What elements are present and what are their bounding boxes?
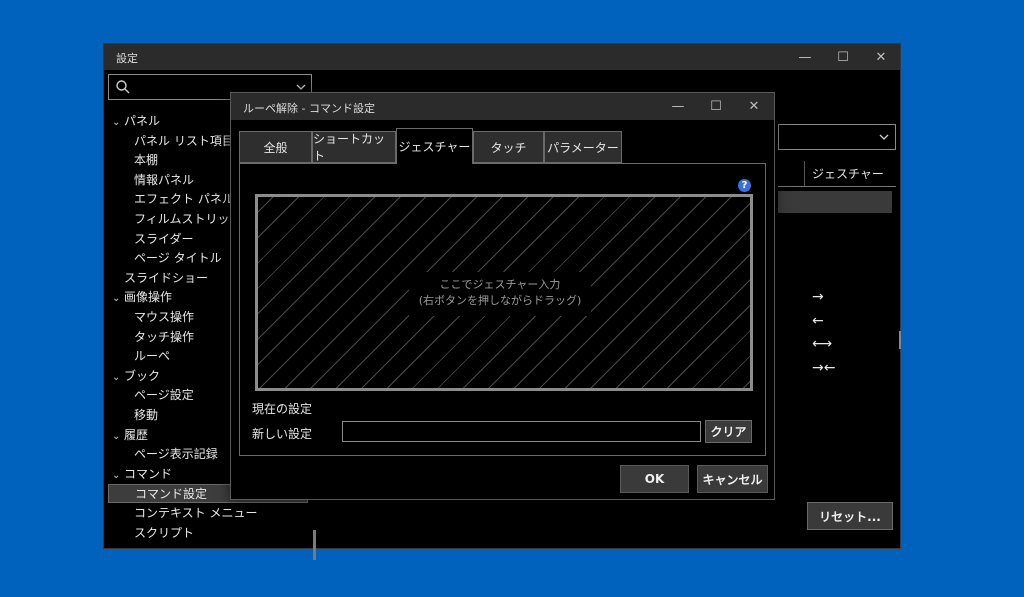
- sidebar-item-label: ページ タイトル: [134, 251, 222, 265]
- sidebar-item-label: タッチ操作: [134, 330, 195, 344]
- sidebar-item[interactable]: ページ表示記録: [134, 445, 218, 464]
- settings-window-title: 設定: [116, 52, 138, 65]
- sidebar-item[interactable]: ページ設定: [134, 386, 194, 405]
- dialog-titlebar[interactable]: ルーペ解除 - コマンド設定 — ☐ ✕: [231, 93, 774, 120]
- sidebar-item-label: スクリプト: [134, 526, 195, 540]
- chevron-down-icon[interactable]: ⌄: [112, 289, 124, 308]
- gesture-cell[interactable]: →←: [812, 360, 835, 376]
- dialog-title: ルーペ解除 - コマンド設定: [243, 102, 375, 115]
- sidebar-item-label: スライダー: [134, 232, 194, 246]
- sidebar-item[interactable]: 本棚: [134, 151, 158, 170]
- chevron-down-icon[interactable]: ⌄: [112, 427, 124, 446]
- gesture-cell[interactable]: ←: [812, 313, 824, 329]
- ok-button[interactable]: OK: [620, 465, 689, 493]
- sidebar-item-label: パネル リスト項目: [134, 134, 234, 148]
- sidebar-item[interactable]: ⌄ 履歴: [112, 426, 148, 445]
- sidebar-item-label: コマンド: [124, 467, 173, 481]
- sidebar-item-label: ページ設定: [134, 388, 194, 402]
- new-setting-field[interactable]: [342, 421, 701, 442]
- sidebar-item[interactable]: スクリプト: [134, 524, 194, 543]
- gesture-cell[interactable]: →: [812, 289, 824, 305]
- sidebar-item-label: ルーペ: [134, 349, 171, 363]
- header-divider: [778, 186, 896, 187]
- sidebar-item-label: フィルムストリップ: [134, 212, 242, 226]
- sidebar-item[interactable]: ⌄ ブック: [112, 367, 160, 386]
- sidebar-item-label: ブック: [124, 369, 161, 383]
- help-icon[interactable]: ?: [738, 179, 751, 192]
- reset-button[interactable]: リセット...: [807, 502, 893, 530]
- sidebar-item-label: 画像操作: [124, 290, 173, 304]
- cancel-button[interactable]: キャンセル: [697, 465, 768, 493]
- sidebar-item-label: コマンド設定: [135, 487, 208, 501]
- tab-gesture[interactable]: ジェスチャー: [396, 128, 473, 164]
- column-separator[interactable]: [804, 161, 805, 187]
- dialog-minimize-button[interactable]: —: [659, 93, 697, 120]
- clear-button[interactable]: クリア: [705, 420, 752, 443]
- sidebar-item[interactable]: エフェクト パネル: [134, 190, 234, 209]
- sidebar-item-label: ページ表示記録: [134, 447, 218, 461]
- sidebar-item[interactable]: スライダー: [134, 230, 194, 249]
- dialog-maximize-button[interactable]: ☐: [697, 93, 735, 120]
- sidebar-item-label: スライドショー: [124, 271, 209, 285]
- sidebar-item[interactable]: タッチ操作: [134, 328, 194, 347]
- command-settings-dialog: ルーペ解除 - コマンド設定 — ☐ ✕ 全般 ショートカット ジェスチャー タ…: [230, 92, 775, 500]
- sidebar-item-label: 履歴: [124, 428, 149, 442]
- selected-command-row[interactable]: [778, 191, 892, 213]
- sidebar-item[interactable]: 移動: [134, 406, 158, 425]
- sidebar-item[interactable]: パネル リスト項目: [134, 132, 234, 151]
- sidebar-item-label: エフェクト パネル: [134, 192, 234, 206]
- chevron-down-icon[interactable]: ⌄: [112, 466, 124, 485]
- maximize-button[interactable]: ☐: [824, 44, 862, 70]
- sidebar-item[interactable]: 情報パネル: [134, 171, 194, 190]
- tab-touch[interactable]: タッチ: [473, 131, 544, 163]
- sidebar-scrollbar[interactable]: [313, 530, 316, 560]
- chevron-down-icon[interactable]: ⌄: [112, 113, 124, 132]
- tab-parameter[interactable]: パラメーター: [544, 131, 622, 163]
- close-button[interactable]: ✕: [862, 44, 900, 70]
- gesture-column-header[interactable]: ジェスチャー: [812, 165, 884, 182]
- tab-shortcut[interactable]: ショートカット: [312, 131, 396, 163]
- sidebar-item[interactable]: ⌄ 画像操作: [112, 288, 172, 307]
- filter-dropdown[interactable]: [778, 124, 896, 150]
- gesture-hint-line2: (右ボタンを押しながらドラッグ): [418, 294, 582, 307]
- sidebar-item[interactable]: ルーペ: [134, 347, 170, 366]
- sidebar-item-label: マウス操作: [134, 310, 195, 324]
- gesture-hint: ここでジェスチャー入力 (右ボタンを押しながらドラッグ): [409, 272, 591, 316]
- tab-general[interactable]: 全般: [239, 131, 312, 163]
- sidebar-item-label: 情報パネル: [134, 173, 195, 187]
- settings-titlebar[interactable]: 設定 — ☐ ✕: [104, 44, 900, 70]
- sidebar-item[interactable]: コンテキスト メニュー: [134, 504, 257, 523]
- sidebar-item[interactable]: フィルムストリップ: [134, 210, 242, 229]
- sidebar-item[interactable]: マウス操作: [134, 308, 194, 327]
- new-setting-label: 新しい設定: [252, 427, 313, 441]
- sidebar-item[interactable]: ページ タイトル: [134, 249, 222, 268]
- sidebar-item-label: パネル: [124, 114, 161, 128]
- sidebar-item[interactable]: ⌄ パネル: [112, 112, 160, 131]
- gesture-hint-line1: ここでジェスチャー入力: [439, 278, 561, 291]
- sidebar-item[interactable]: ⌄ コマンド: [112, 465, 172, 484]
- sidebar-item-label: 本棚: [134, 153, 159, 167]
- dialog-close-button[interactable]: ✕: [735, 93, 773, 120]
- chevron-down-icon: [879, 134, 889, 140]
- sidebar-item[interactable]: スライドショー: [124, 269, 208, 288]
- search-icon: [116, 80, 130, 94]
- chevron-down-icon[interactable]: ⌄: [112, 368, 124, 387]
- gesture-cell[interactable]: ⟷: [812, 336, 832, 352]
- list-scrollbar[interactable]: [899, 331, 901, 349]
- current-setting-label: 現在の設定: [252, 402, 313, 416]
- sidebar-item-label: 移動: [134, 408, 159, 422]
- sidebar-item-label: コンテキスト メニュー: [134, 506, 258, 520]
- minimize-button[interactable]: —: [786, 44, 824, 70]
